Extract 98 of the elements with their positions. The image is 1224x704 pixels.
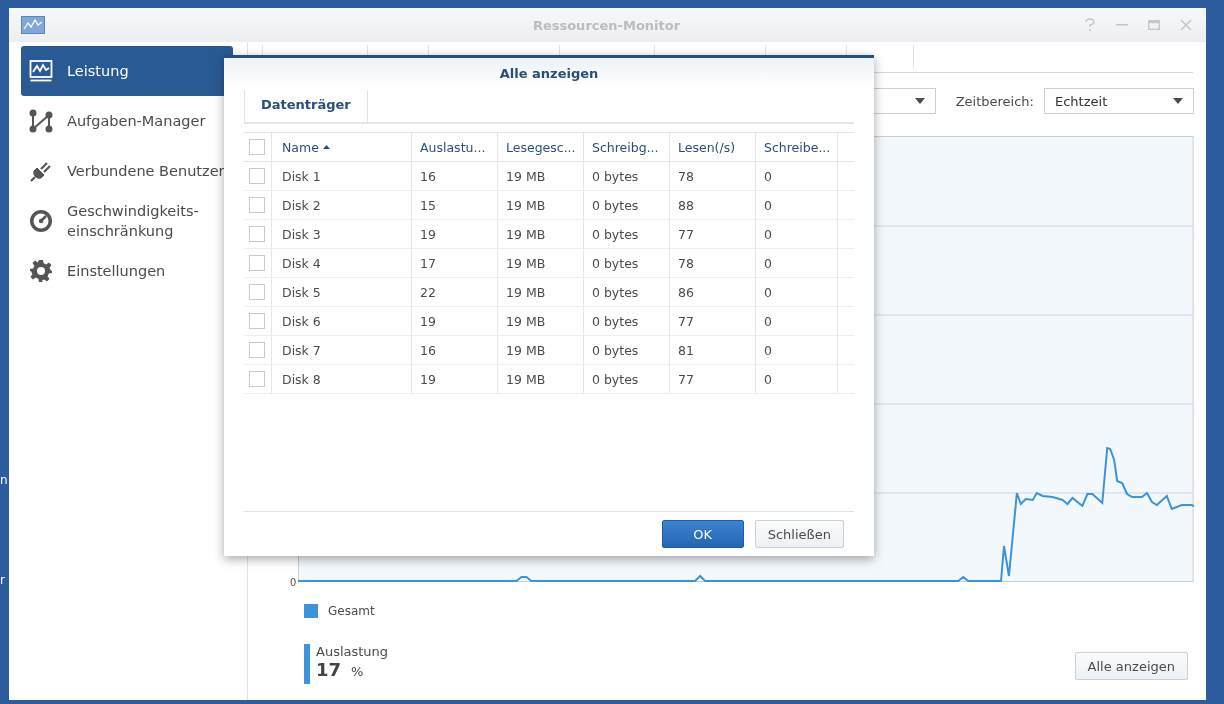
help-icon[interactable] [1084,18,1096,32]
table-cell: 19 [412,365,498,393]
accent-bar [304,644,310,684]
monitor-icon [29,59,53,83]
checkbox[interactable] [249,168,265,184]
table-cell: 19 [412,307,498,335]
table-cell: 0 [756,249,838,277]
dialog-title: Alle anzeigen [499,65,599,81]
time-range-dropdown[interactable]: Echtzeit [1044,88,1194,114]
sort-icon [322,145,330,149]
table-cell: 77 [670,307,756,335]
checkbox[interactable] [249,255,265,271]
close-icon[interactable] [1180,19,1192,31]
gear-icon [29,259,53,283]
table-cell: 0 [756,278,838,306]
gauge-icon [29,209,53,233]
table-cell: 19 MB [498,220,584,248]
table-cell: 17 [412,249,498,277]
column-header[interactable]: Auslastu... [412,133,498,161]
table-cell: Disk 5 [272,278,412,306]
checkbox[interactable] [249,313,265,329]
table-cell: 19 MB [498,365,584,393]
table-cell: 0 [756,191,838,219]
table-cell: 77 [670,220,756,248]
column-header[interactable]: Name [272,133,412,161]
nodes-icon [29,109,53,133]
maximize-icon[interactable] [1148,20,1160,30]
table-cell: 78 [670,249,756,277]
table-cell: 0 [756,307,838,335]
table-cell: 0 bytes [584,336,670,364]
table-cell: 0 [756,162,838,190]
table-cell: Disk 7 [272,336,412,364]
table-cell: 19 MB [498,278,584,306]
table-cell: 19 MB [498,307,584,335]
table-cell: Disk 4 [272,249,412,277]
table-cell: 16 [412,336,498,364]
table-cell: 0 [756,365,838,393]
legend-swatch [304,604,318,618]
table-cell: 19 [412,220,498,248]
sidebar-item[interactable]: Leistung [21,46,233,96]
checkbox[interactable] [249,226,265,242]
chart-app-icon [21,16,45,34]
usage-label: Auslastung [316,644,389,659]
table-cell: Disk 2 [272,191,412,219]
desktop-icon-label: r [0,573,5,587]
axis-label: 0 [290,577,297,588]
desktop-icon-label: n [0,473,8,487]
table-cell: 0 [756,336,838,364]
checkbox[interactable] [249,284,265,300]
caret-icon [1173,98,1183,104]
table-cell: Disk 8 [272,365,412,393]
caret-icon [914,98,925,104]
table-cell: Disk 3 [272,220,412,248]
plug-icon [29,159,53,183]
table-cell: 78 [670,162,756,190]
window-title: Ressourcen-Monitor [531,17,682,33]
table-cell: 19 MB [498,191,584,219]
usage-value: 17 [316,659,342,680]
table-cell: 77 [670,365,756,393]
legend-label: Gesamt [328,604,375,618]
column-header[interactable]: Lesen(/s) [670,133,756,161]
usage-unit: % [351,664,364,679]
table-cell: 0 bytes [584,249,670,277]
column-header[interactable]: Lesegesc... [498,133,584,161]
sidebar-item[interactable]: Verbundene Benutzer [21,146,233,196]
table-cell: 0 bytes [584,162,670,190]
table-cell: 0 [756,220,838,248]
table-cell: 16 [412,162,498,190]
checkbox[interactable] [249,139,265,155]
sidebar-item[interactable]: Einstellungen [21,246,233,296]
table-cell: 0 bytes [584,278,670,306]
ok-button[interactable]: OK [661,520,744,548]
checkbox[interactable] [249,371,265,387]
table-cell: 86 [670,278,756,306]
table-cell: 19 MB [498,249,584,277]
tab[interactable]: Datenträger [244,90,368,122]
checkbox[interactable] [249,197,265,213]
table-cell: 88 [670,191,756,219]
checkbox[interactable] [249,342,265,358]
show-all-button[interactable]: Alle anzeigen [1074,652,1188,680]
column-header[interactable]: Schreibe... [756,133,838,161]
sidebar-item[interactable]: Aufgaben-Manager [21,96,233,146]
table-cell: 19 MB [498,162,584,190]
table-cell: Disk 1 [272,162,412,190]
table-cell: 0 bytes [584,365,670,393]
table-cell: 0 bytes [584,307,670,335]
table-cell: 15 [412,191,498,219]
table-cell: 0 bytes [584,220,670,248]
close-button[interactable]: Schließen [754,520,844,548]
sidebar-item[interactable]: Geschwindigkeits- einschränkung [21,196,233,246]
table-cell: 19 MB [498,336,584,364]
table-cell: 0 bytes [584,191,670,219]
table-cell: 81 [670,336,756,364]
minimize-icon[interactable] [1116,24,1128,26]
column-header[interactable]: Schreibg... [584,133,670,161]
table-cell: Disk 6 [272,307,412,335]
time-range-label: Zeitbereich: [955,93,1034,109]
table-cell: 22 [412,278,498,306]
